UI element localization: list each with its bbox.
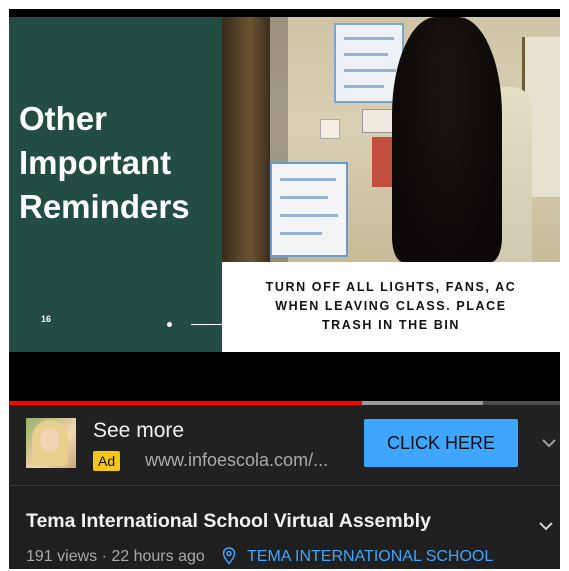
slide-caption: TURN OFF ALL LIGHTS, FANS, AC WHEN LEAVI… [265,280,517,332]
poster-line [280,232,322,235]
slide-number: 16 [41,314,52,324]
photo-light-switch [320,119,340,139]
ad-title[interactable]: See more [93,419,184,443]
slide-frame: Other Important Reminders 16 TURN OFF AL… [9,17,560,352]
slide-title: Other Important Reminders [19,100,190,225]
location-pin-icon [222,547,236,565]
video-title[interactable]: Tema International School Virtual Assemb… [26,510,431,533]
photo-student-braids [392,17,502,262]
channel-link[interactable]: TEMA INTERNATIONAL SCHOOL [247,548,493,566]
photo-poster-bottom [270,162,348,257]
chevron-down-icon[interactable] [536,516,556,536]
poster-line [280,214,338,217]
poster-line [280,196,328,199]
poster-line [344,69,396,72]
video-meta: 191 views · 22 hours ago [26,548,205,565]
video-info-panel[interactable]: Tema International School Virtual Assemb… [9,485,560,569]
ad-thumbnail[interactable] [26,418,76,468]
poster-line [344,37,394,40]
ad-banner[interactable]: See more Ad www.infoescola.com/... CLICK… [9,405,560,485]
chevron-down-icon[interactable] [539,433,559,453]
caption-box: TURN OFF ALL LIGHTS, FANS, AC WHEN LEAVI… [222,262,560,352]
classroom-photo [222,17,560,262]
slide-bullet-dot [167,322,172,327]
ad-url[interactable]: www.infoescola.com/... [145,450,328,471]
thumbnail-face [40,428,60,452]
photo-switch-panel [362,109,396,133]
video-player[interactable]: Other Important Reminders 16 TURN OFF AL… [9,9,560,405]
ad-badge: Ad [93,451,121,471]
poster-line [344,53,388,56]
photo-door-frame [222,17,270,262]
youtube-mobile-screen: Other Important Reminders 16 TURN OFF AL… [9,9,560,569]
poster-line [344,85,384,88]
poster-line [280,178,336,181]
click-here-button[interactable]: CLICK HERE [364,419,518,467]
